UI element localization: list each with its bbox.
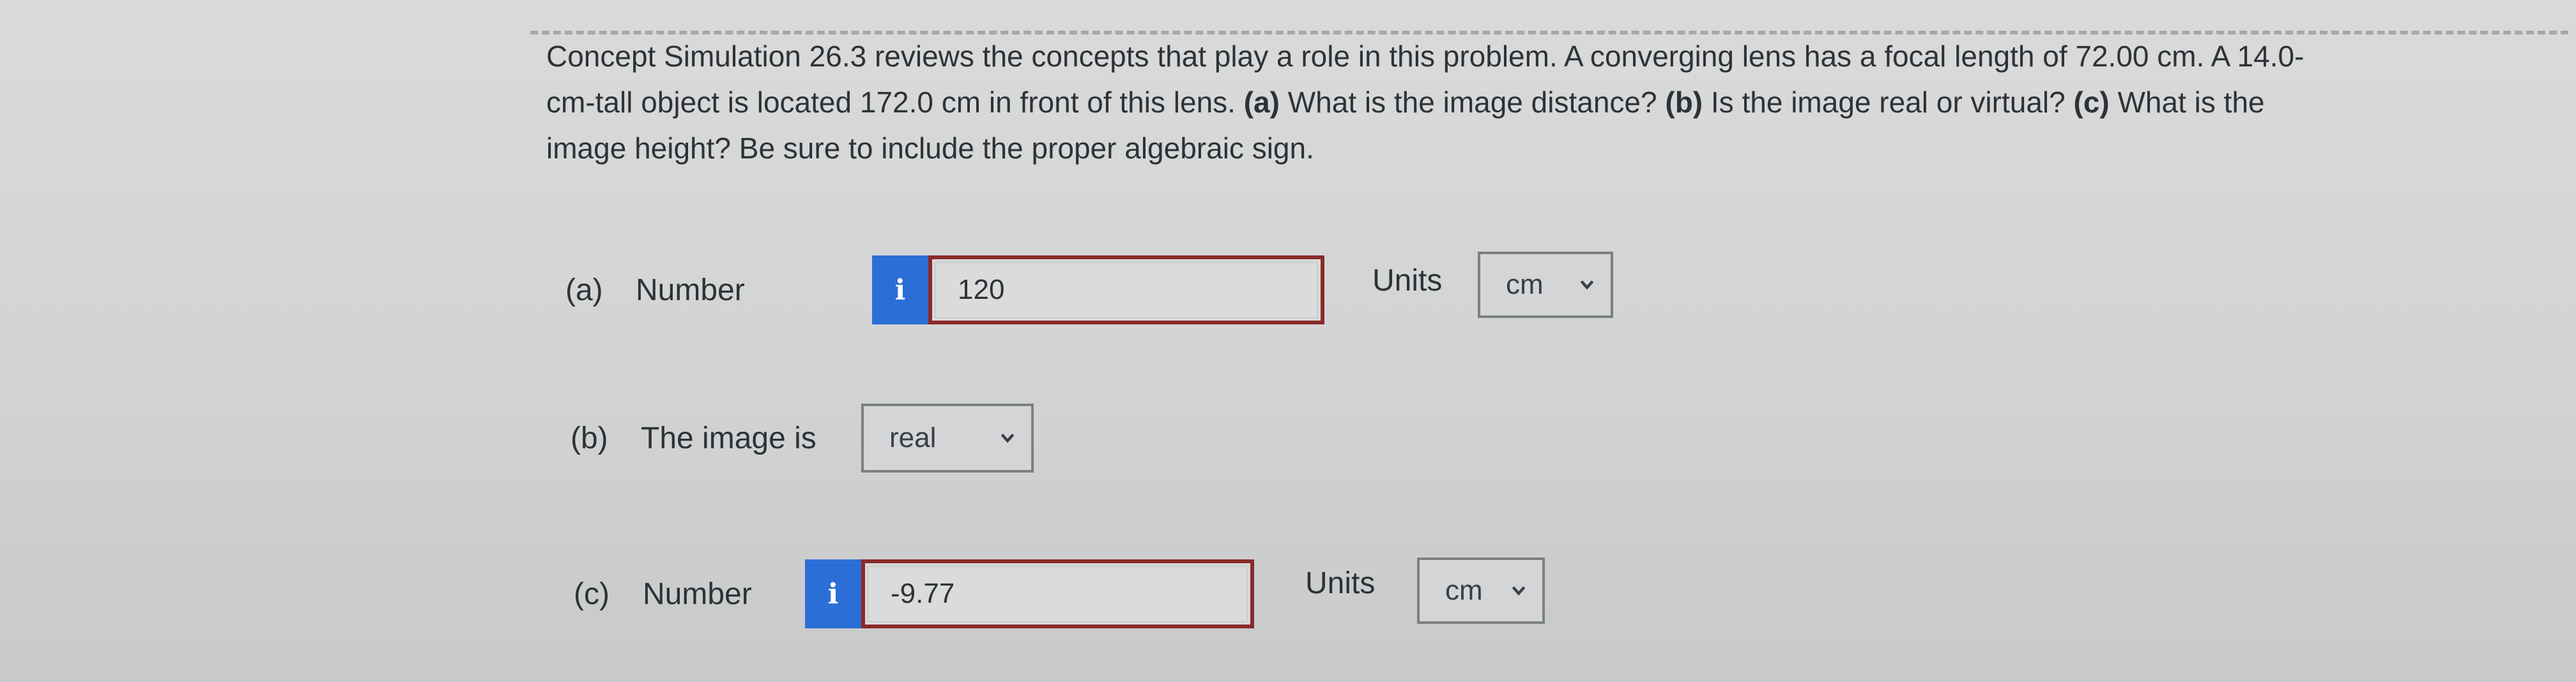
part-a-label: (a) [565, 273, 603, 307]
question-part-c-text: What is the [2109, 86, 2265, 119]
part-b-label: (b) [571, 421, 608, 455]
question-text: Concept Simulation 26.3 reviews the conc… [546, 33, 2495, 171]
chevron-down-icon [1580, 280, 1594, 290]
part-b-row: (b) The image is real [571, 404, 1034, 473]
part-a-info-glyph: i [894, 273, 906, 307]
part-c-units-select[interactable]: cm [1417, 557, 1545, 624]
part-a-units-label: Units [1372, 263, 1443, 298]
question-part-a-marker: (a) [1243, 86, 1280, 119]
part-a-number-input[interactable]: 120 [928, 255, 1324, 324]
part-b-image-type-value: real [889, 422, 937, 453]
part-c-row: (c) Number i -9.77 Units cm [574, 557, 1545, 628]
part-a-row: (a) Number i 120 Units cm [565, 252, 1613, 324]
screen: Concept Simulation 26.3 reviews the conc… [0, 0, 2576, 682]
info-icon[interactable]: i [805, 559, 861, 628]
question-part-b-text: Is the image real or virtual? [1703, 86, 2074, 119]
part-b-image-type-select[interactable]: real [861, 404, 1034, 473]
part-a-units-select[interactable]: cm [1478, 252, 1613, 318]
part-b-image-is-label: The image is [641, 421, 816, 455]
chevron-down-icon [1512, 586, 1526, 596]
question-part-a-text: What is the image distance? [1279, 86, 1666, 119]
part-c-units-label: Units [1305, 566, 1376, 600]
question-line1: Concept Simulation 26.3 reviews the conc… [546, 40, 2304, 73]
part-c-number-value: -9.77 [891, 578, 955, 609]
part-a-units-value: cm [1506, 269, 1544, 300]
chevron-down-icon [1000, 434, 1015, 443]
info-icon[interactable]: i [872, 255, 928, 324]
question-line2: cm-tall object is located 172.0 cm in fr… [546, 86, 1244, 119]
part-c-info-glyph: i [827, 577, 839, 610]
part-c-units-value: cm [1445, 575, 1483, 606]
part-a-number-label: Number [636, 273, 745, 307]
part-c-number-label: Number [643, 577, 752, 611]
part-c-label: (c) [574, 577, 610, 611]
part-c-number-input[interactable]: -9.77 [861, 559, 1254, 628]
question-line3: image height? Be sure to include the pro… [546, 132, 1314, 165]
question-part-b-marker: (b) [1665, 86, 1703, 119]
question-part-c-marker: (c) [2073, 86, 2110, 119]
part-a-number-value: 120 [958, 274, 1005, 305]
